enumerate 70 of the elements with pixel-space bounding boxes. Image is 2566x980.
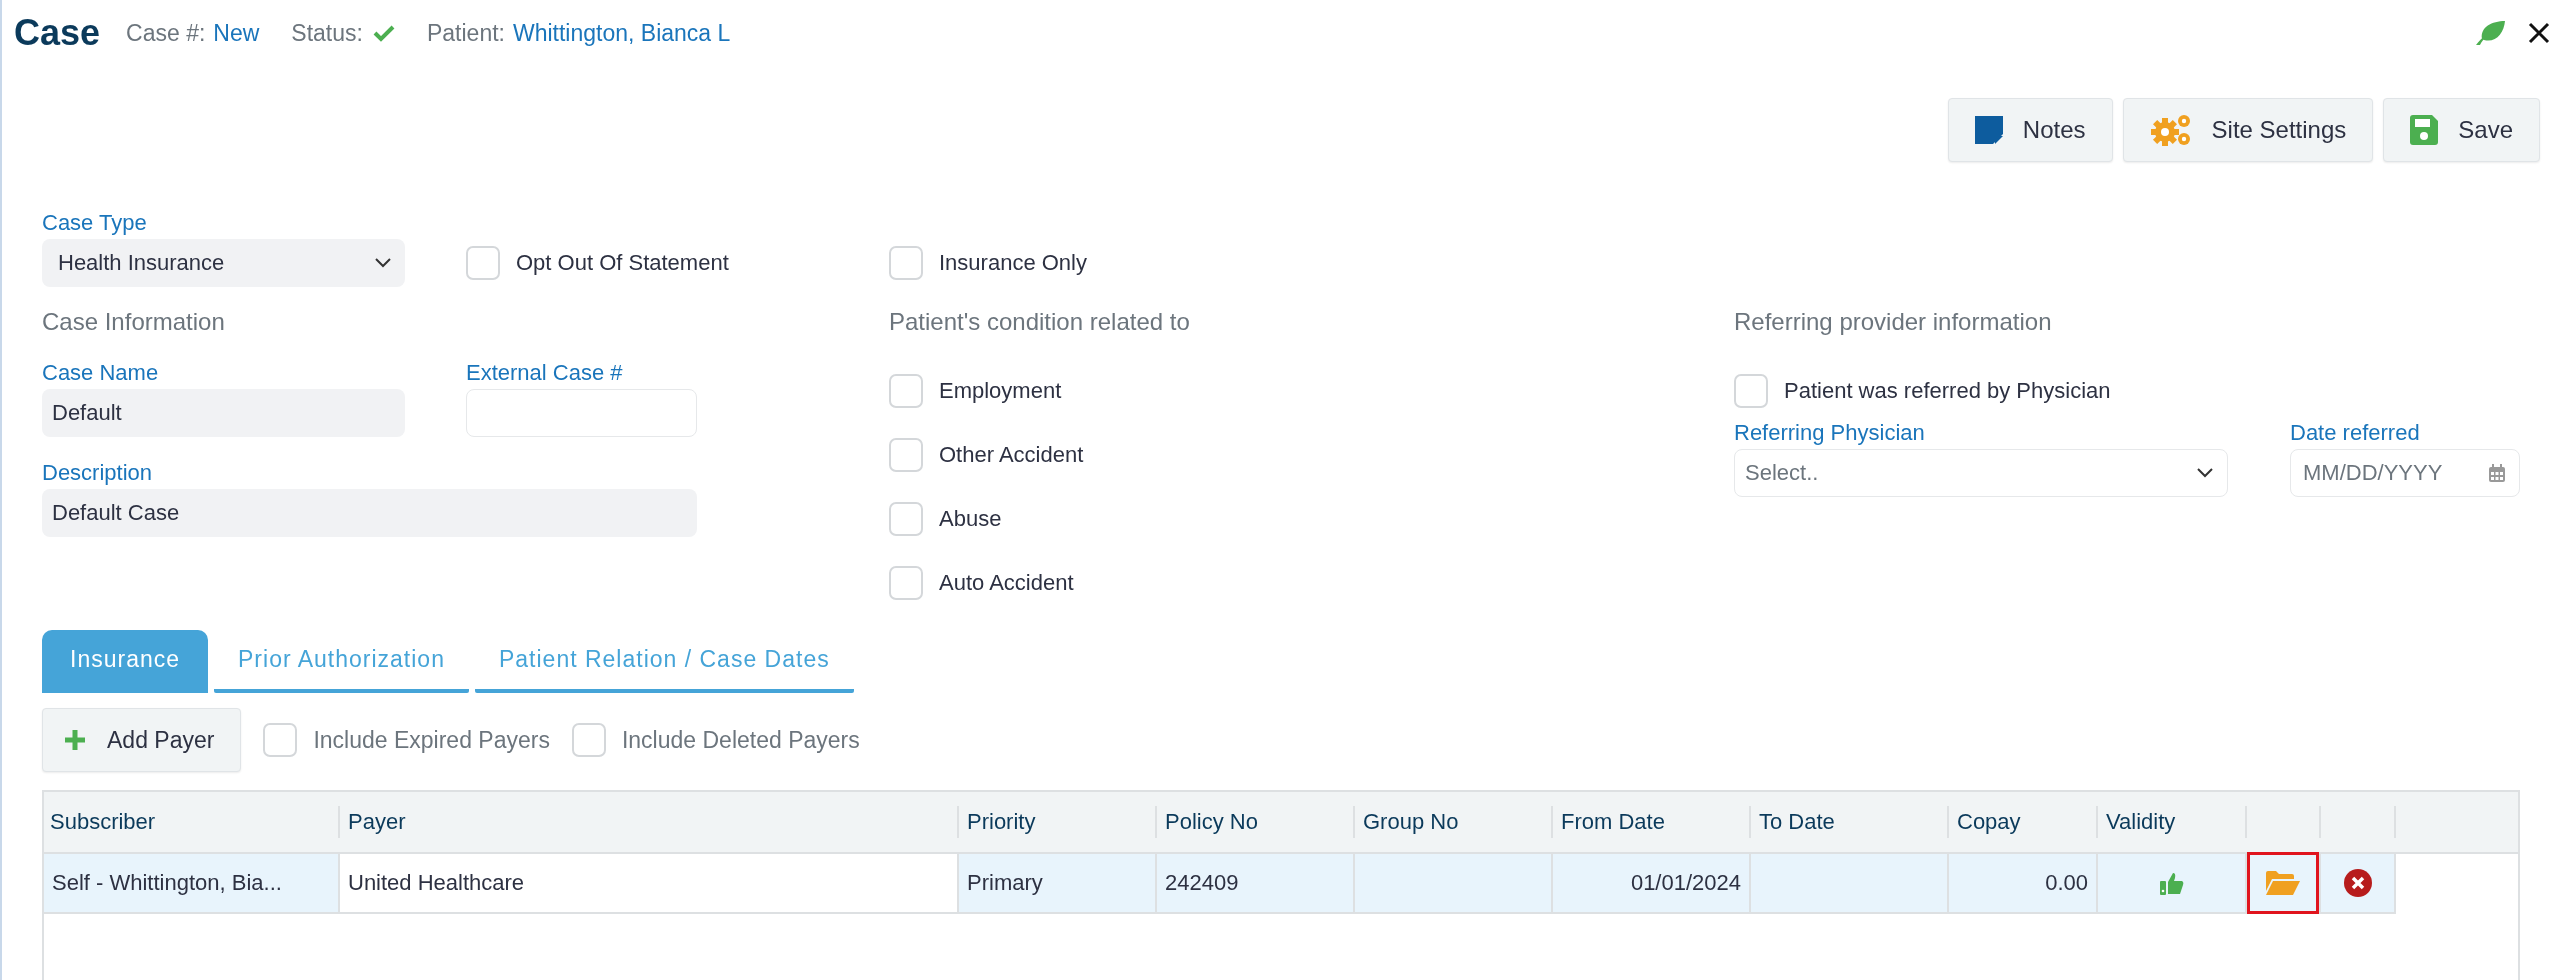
external-case-field[interactable] (466, 389, 697, 437)
patient-label: Patient: (426, 19, 505, 47)
column-header[interactable]: Priority (959, 792, 1157, 852)
checkbox-label: Employment (939, 378, 1062, 404)
column-header[interactable]: Payer (340, 792, 959, 852)
checkbox-label: Abuse (939, 506, 1002, 532)
checkbox[interactable] (889, 374, 923, 408)
column-header[interactable]: Group No (1355, 792, 1553, 852)
table-cell: 0.00 (1949, 854, 2098, 914)
case-type-select[interactable]: Health Insurance (42, 239, 405, 287)
checkbox[interactable] (889, 246, 923, 280)
checkbox[interactable] (1734, 374, 1768, 408)
checkbox-label: Patient was referred by Physician (1784, 378, 2111, 404)
field-label: External Case # (466, 359, 624, 387)
leaf-icon[interactable] (2474, 19, 2506, 47)
column-header[interactable]: To Date (1751, 792, 1949, 852)
checkbox-label: Opt Out Of Statement (516, 250, 729, 276)
section-heading: Referring provider information (1734, 307, 2053, 337)
checkbox-label: Other Accident (939, 442, 1084, 468)
open-folder-button[interactable] (2247, 852, 2319, 914)
field-label: Description (42, 459, 154, 487)
gears-icon (2149, 113, 2192, 147)
table-cell: 01/01/2024 (1553, 854, 1751, 914)
column-header[interactable]: Validity (2098, 792, 2247, 852)
calendar-icon[interactable] (2489, 464, 2505, 482)
checkbox-label: Include Expired Payers (313, 726, 550, 754)
chevron-down-icon (375, 258, 391, 268)
delete-icon[interactable] (2343, 869, 2372, 897)
referring-physician-select[interactable]: Select.. (1734, 449, 2228, 497)
case-name-field[interactable]: Default (42, 389, 405, 437)
toolbar-button[interactable]: Notes (1947, 98, 2113, 162)
page-title: Case (14, 12, 101, 54)
chevron-down-icon (2197, 468, 2213, 478)
toolbar-button[interactable]: Save (2383, 98, 2540, 162)
note-icon (1974, 116, 2003, 144)
checkbox[interactable] (263, 723, 298, 757)
checkbox-label: Include Deleted Payers (621, 726, 860, 754)
patient-link[interactable]: Whittington, Bianca L (512, 19, 731, 47)
section-heading: Case Information (42, 307, 226, 337)
checkbox[interactable] (889, 566, 923, 600)
checkbox[interactable] (889, 438, 923, 472)
date-field[interactable]: MM/DD/YYYY (2290, 449, 2520, 497)
add-payer-button[interactable]: Add Payer (42, 708, 242, 772)
table-cell: United Healthcare (340, 854, 959, 914)
column-header[interactable]: Policy No (1157, 792, 1355, 852)
description-field[interactable]: Default Case (42, 489, 697, 537)
table-cell: Self - Whittington, Bia... (44, 854, 340, 914)
checkbox-label: Insurance Only (939, 250, 1087, 276)
checkbox[interactable] (571, 723, 606, 757)
field-label: Date referred (2290, 419, 2421, 447)
case-number-label: Case #: (126, 19, 206, 47)
status-label: Status: (291, 19, 363, 47)
toolbar-button[interactable]: Site Settings (2122, 98, 2374, 162)
close-icon[interactable] (2528, 22, 2550, 44)
checkbox-label: Auto Accident (939, 570, 1074, 596)
plus-icon (63, 728, 87, 752)
column-header[interactable]: Subscriber (44, 792, 340, 852)
column-header[interactable]: From Date (1553, 792, 1751, 852)
section-heading: Patient's condition related to (889, 307, 1191, 337)
table-cell: 242409 (1157, 854, 1355, 914)
field-label: Case Name (42, 359, 160, 387)
field-label: Referring Physician (1734, 419, 1926, 447)
column-header[interactable]: Copay (1949, 792, 2098, 852)
field-label: Case Type (42, 209, 148, 237)
checkbox[interactable] (889, 502, 923, 536)
folder-icon (2266, 871, 2300, 895)
table-cell: Primary (959, 854, 1157, 914)
save-icon (2410, 115, 2439, 145)
checkbox[interactable] (466, 246, 500, 280)
case-number-link[interactable]: New (213, 19, 260, 47)
